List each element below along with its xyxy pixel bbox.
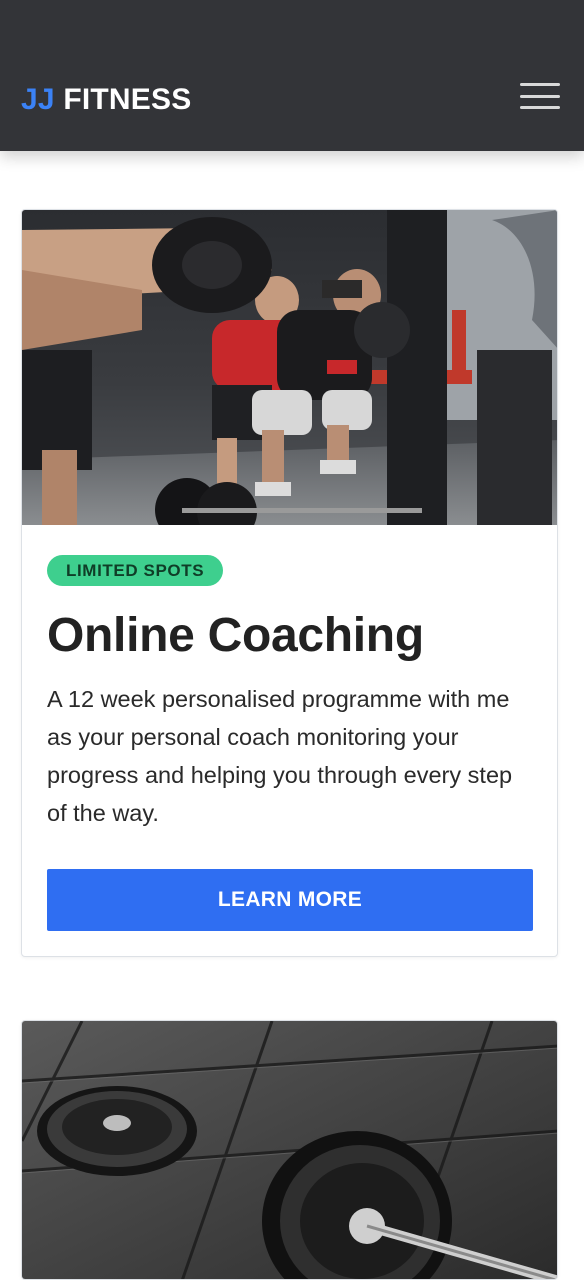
hamburger-menu-icon[interactable] [520, 83, 560, 109]
brand-name: FITNESS [63, 83, 192, 116]
gym-weightlifting-coach-photo [22, 210, 557, 525]
menu-bar [520, 106, 560, 109]
online-coaching-card: LIMITED SPOTS Online Coaching A 12 week … [21, 209, 558, 957]
learn-more-button[interactable]: LEARN MORE [47, 869, 533, 931]
menu-bar [520, 94, 560, 98]
limited-spots-badge: LIMITED SPOTS [47, 555, 224, 586]
barbell-on-gym-floor-photo [22, 1021, 557, 1279]
card-body: LIMITED SPOTS Online Coaching A 12 week … [22, 525, 557, 832]
brand-logo[interactable]: JJ FITNESS [21, 82, 191, 118]
top-navbar: JJ FITNESS [0, 0, 584, 151]
barbell-card [21, 1020, 558, 1280]
card-description: A 12 week personalised programme with me… [47, 686, 513, 826]
menu-bar [520, 83, 560, 86]
card-title: Online Coaching [47, 609, 424, 662]
brand-accent: JJ [21, 83, 55, 116]
